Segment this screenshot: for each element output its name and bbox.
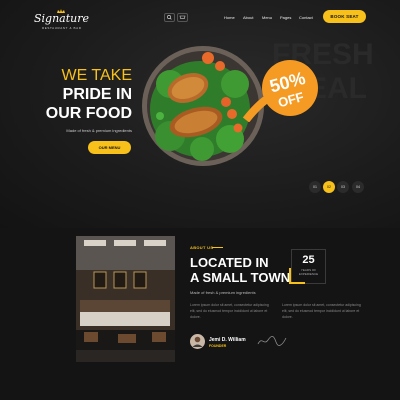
logo-tagline: RESTAURANT & BAR bbox=[42, 26, 82, 30]
about-title-line-1: LOCATED IN bbox=[190, 255, 269, 270]
eyebrow-divider bbox=[212, 247, 223, 248]
hero-section: FRESH MEAL Signature RESTAURANT & BAR Ho… bbox=[0, 0, 400, 228]
about-paragraph-2: Lorem ipsum dolor sit amet, consectetur … bbox=[282, 303, 361, 319]
author-role: FOUNDER bbox=[209, 344, 227, 348]
slide-dot-1[interactable]: 01 bbox=[309, 181, 321, 193]
logo-crown-icon bbox=[57, 9, 65, 13]
hero-title-line-2: PRIDE IN bbox=[62, 86, 132, 103]
search-icon bbox=[167, 15, 172, 20]
nav-contact[interactable]: Contact bbox=[299, 15, 313, 20]
search-button[interactable] bbox=[164, 13, 175, 22]
about-paragraph-1: Lorem ipsum dolor sit amet, consectetur … bbox=[190, 303, 269, 319]
book-seat-button[interactable]: BOOK SEAT bbox=[323, 10, 366, 23]
avatar bbox=[190, 334, 205, 349]
about-title: LOCATED IN A SMALL TOWN bbox=[190, 255, 290, 285]
experience-label: YEARS OF EXPERIENCE bbox=[292, 268, 325, 276]
interior-illustration bbox=[76, 236, 175, 362]
signature-image bbox=[257, 336, 287, 346]
top-navigation: Signature RESTAURANT & BAR Home About Me… bbox=[0, 9, 400, 30]
experience-box: 25 YEARS OF EXPERIENCE bbox=[291, 249, 326, 284]
cart-icon bbox=[179, 15, 186, 19]
nav-menu[interactable]: Menu bbox=[262, 15, 272, 20]
hero-title-line-1: WE TAKE bbox=[61, 67, 132, 84]
nav-pages[interactable]: Pages bbox=[280, 15, 291, 20]
nav-home[interactable]: Home bbox=[224, 15, 235, 20]
about-eyebrow: ABOUT US bbox=[190, 245, 214, 250]
slide-dot-3[interactable]: 03 bbox=[337, 181, 349, 193]
cart-button[interactable] bbox=[177, 13, 188, 22]
experience-label-line-2: EXPERIENCE bbox=[298, 272, 319, 276]
discount-badge: 50% OFF bbox=[242, 60, 318, 122]
about-subtitle: Made of fresh & premium ingredients bbox=[190, 290, 256, 295]
nav-about[interactable]: About bbox=[243, 15, 253, 20]
experience-years: 25 bbox=[302, 254, 315, 266]
about-title-line-2: A SMALL TOWN bbox=[190, 270, 291, 285]
hero-title-line-3: OUR FOOD bbox=[45, 105, 132, 122]
hero-subtitle: Made of fresh & premium ingredients bbox=[66, 128, 132, 133]
slide-dot-2[interactable]: 02 bbox=[323, 181, 335, 193]
experience-box-accent-bottom bbox=[289, 282, 305, 284]
slide-dot-4[interactable]: 04 bbox=[352, 181, 364, 193]
author-name: Jemi D. William bbox=[209, 337, 246, 343]
our-menu-button[interactable]: OUR MENU bbox=[88, 141, 131, 154]
restaurant-interior-photo bbox=[76, 236, 175, 362]
